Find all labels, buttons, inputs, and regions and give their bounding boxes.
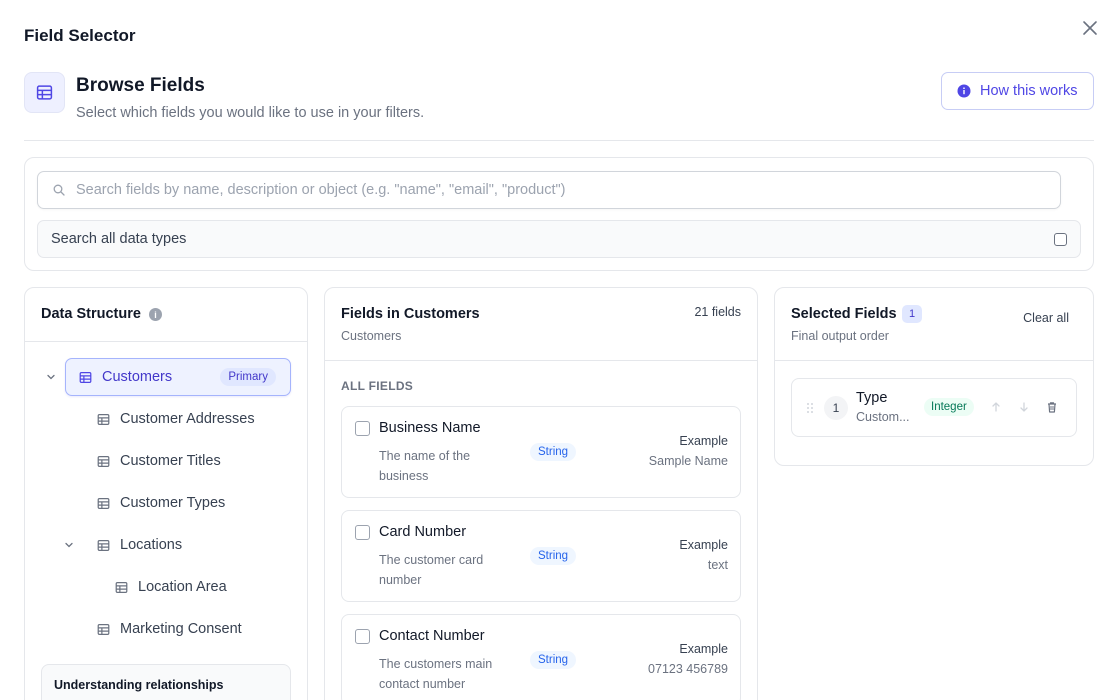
browse-fields-icon-box bbox=[24, 72, 65, 113]
search-card: Search all data types bbox=[24, 157, 1094, 271]
clear-all-button[interactable]: Clear all bbox=[1023, 311, 1069, 325]
header-divider bbox=[24, 140, 1094, 141]
field-card[interactable]: Card Number The customer card number Str… bbox=[341, 510, 741, 602]
chevron-down-icon[interactable] bbox=[64, 540, 74, 550]
table-icon bbox=[97, 455, 110, 467]
table-icon bbox=[36, 85, 53, 100]
table-icon bbox=[97, 539, 110, 551]
order-number: 1 bbox=[824, 396, 848, 420]
understanding-relationships-title: Understanding relationships bbox=[54, 678, 224, 692]
arrow-down-icon[interactable] bbox=[1017, 400, 1031, 414]
page-title: Browse Fields bbox=[76, 75, 205, 96]
tree-item-customer-types[interactable]: Customer Types bbox=[97, 484, 225, 522]
selected-field-name: Type bbox=[856, 390, 888, 406]
primary-badge: Primary bbox=[220, 368, 276, 386]
data-structure-title: Data Structure bbox=[41, 306, 141, 322]
selected-field-source: Custom... bbox=[856, 410, 910, 424]
tree-item-label: Customers bbox=[102, 369, 173, 385]
how-this-works-label: How this works bbox=[980, 83, 1078, 99]
tree-item-label: Customer Types bbox=[120, 495, 226, 511]
field-type-badge: String bbox=[530, 651, 577, 669]
data-structure-panel: Data Structure i Customers Primary Custo… bbox=[24, 287, 308, 700]
page-subtitle: Select which fields you would like to us… bbox=[76, 105, 425, 121]
drag-handle-icon[interactable] bbox=[806, 402, 814, 414]
how-this-works-button[interactable]: How this works bbox=[941, 72, 1094, 110]
field-description: The customers main contact number bbox=[379, 657, 493, 691]
field-card[interactable]: Contact Number The customers main contac… bbox=[341, 614, 741, 700]
modal-title: Field Selector bbox=[24, 26, 136, 45]
search-icon bbox=[53, 184, 65, 196]
tree-item-label: Customer Addresses bbox=[120, 411, 255, 427]
tree-item-locations[interactable]: Locations bbox=[97, 526, 182, 564]
table-icon bbox=[97, 497, 110, 509]
field-card[interactable]: Business Name The name of the business S… bbox=[341, 406, 741, 498]
field-example-value: 07123 456789 bbox=[648, 662, 728, 676]
tree-item-label: Customer Titles bbox=[120, 453, 221, 469]
fields-count: 21 fields bbox=[694, 305, 741, 319]
table-icon bbox=[115, 581, 128, 593]
close-icon[interactable] bbox=[1080, 18, 1100, 38]
field-example-label: Example bbox=[679, 538, 728, 552]
search-box[interactable] bbox=[37, 171, 1061, 209]
field-example-value: Sample Name bbox=[648, 454, 728, 468]
search-all-types-checkbox[interactable] bbox=[1054, 233, 1067, 246]
all-fields-label: ALL FIELDS bbox=[341, 379, 414, 393]
data-structure-info-icon[interactable]: i bbox=[149, 308, 162, 321]
tree-item-marketing-consent[interactable]: Marketing Consent bbox=[97, 610, 242, 648]
trash-icon[interactable] bbox=[1045, 400, 1059, 414]
selected-fields-panel: Selected Fields 1 Final output order Cle… bbox=[774, 287, 1094, 466]
field-example-label: Example bbox=[679, 434, 728, 448]
selected-fields-title: Selected Fields bbox=[791, 306, 897, 322]
table-icon bbox=[97, 413, 110, 425]
field-checkbox[interactable] bbox=[355, 421, 370, 436]
understanding-relationships-box: Understanding relationships bbox=[41, 664, 291, 700]
search-input[interactable] bbox=[76, 182, 1036, 198]
field-name: Contact Number bbox=[379, 628, 485, 644]
info-icon bbox=[957, 84, 971, 98]
selected-fields-subtitle: Final output order bbox=[791, 329, 889, 343]
field-checkbox[interactable] bbox=[355, 629, 370, 644]
table-icon bbox=[97, 623, 110, 635]
tree-item-customers[interactable]: Customers Primary bbox=[65, 358, 291, 396]
field-example-value: text bbox=[707, 558, 728, 572]
tree-item-label: Locations bbox=[120, 537, 183, 553]
search-all-types-row[interactable]: Search all data types bbox=[37, 220, 1081, 258]
tree-item-location-area[interactable]: Location Area bbox=[115, 568, 227, 606]
tree-item-customer-titles[interactable]: Customer Titles bbox=[97, 442, 221, 480]
search-all-types-label: Search all data types bbox=[51, 231, 187, 247]
tree-item-customer-addresses[interactable]: Customer Addresses bbox=[97, 400, 255, 438]
fields-panel-title: Fields in Customers bbox=[341, 306, 480, 322]
field-name: Business Name bbox=[379, 420, 481, 436]
field-type-badge: String bbox=[530, 547, 577, 565]
field-checkbox[interactable] bbox=[355, 525, 370, 540]
field-description: The customer card number bbox=[379, 553, 484, 587]
fields-panel: Fields in Customers Customers 21 fields … bbox=[324, 287, 758, 700]
arrow-up-icon[interactable] bbox=[989, 400, 1003, 414]
selected-count-badge: 1 bbox=[902, 305, 922, 323]
chevron-down-icon[interactable] bbox=[46, 372, 56, 382]
field-type-badge: String bbox=[530, 443, 577, 461]
tree-item-label: Marketing Consent bbox=[120, 621, 242, 637]
field-name: Card Number bbox=[379, 524, 467, 540]
selected-field-type-badge: Integer bbox=[924, 398, 974, 416]
fields-panel-subtitle: Customers bbox=[341, 329, 402, 343]
table-icon bbox=[79, 371, 92, 383]
selected-field-card[interactable]: 1 Type Custom... Integer bbox=[791, 378, 1077, 437]
field-description: The name of the business bbox=[379, 449, 471, 483]
tree-item-label: Location Area bbox=[138, 579, 227, 595]
field-example-label: Example bbox=[679, 642, 728, 656]
